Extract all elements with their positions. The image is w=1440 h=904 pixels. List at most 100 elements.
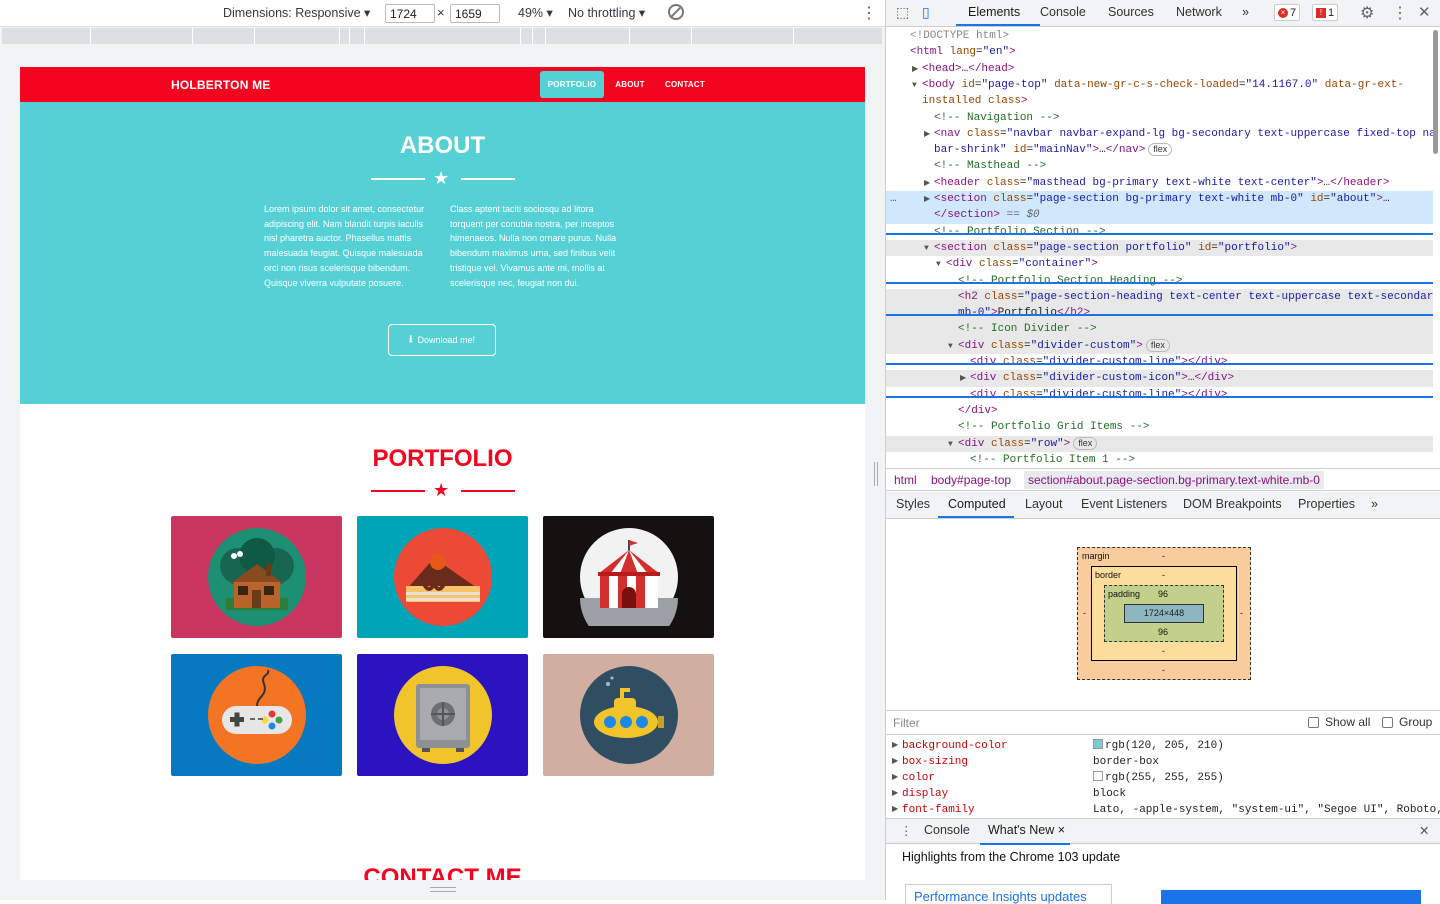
drawer-menu-icon[interactable]: ⋮ [900, 823, 913, 838]
expand-triangle-icon[interactable]: ▶ [924, 176, 934, 192]
portfolio-item-safe[interactable] [357, 654, 528, 776]
computed-property-row[interactable]: ▶ font-family Lato, -apple-system, "system… [886, 802, 1440, 818]
expand-triangle-icon[interactable]: ▶ [892, 786, 898, 802]
settings-gear-icon[interactable]: ⚙ [1360, 3, 1374, 23]
dimensions-dropdown[interactable]: Dimensions: Responsive ▾ [223, 5, 370, 20]
dom-node-line[interactable]: ▶ <header class="masthead bg-primary text… [886, 175, 1433, 191]
download-button[interactable]: ⭳ Download me! [388, 324, 496, 356]
expand-triangle-icon[interactable]: ▶ [892, 754, 898, 770]
crumb-body[interactable]: body#page-top [931, 473, 1011, 487]
computed-property-row[interactable]: ▶ box-sizing border-box [886, 754, 1440, 770]
device-toggle-icon[interactable]: ▯ [922, 4, 930, 21]
subtab-more[interactable]: » [1371, 497, 1378, 511]
expand-triangle-icon[interactable]: ▶ [892, 738, 898, 754]
throttling-dropdown[interactable]: No throttling ▾ [568, 5, 645, 20]
expand-triangle-icon[interactable]: ▶ [924, 192, 934, 208]
node-actions-ellipsis[interactable]: … [890, 191, 897, 207]
drawer-tab-console[interactable]: Console [924, 823, 970, 837]
dom-node-line[interactable]: <html lang="en"> [886, 44, 1433, 60]
dom-node-line[interactable]: installed class> [886, 93, 1433, 109]
expand-triangle-icon[interactable]: ▶ [912, 62, 922, 78]
dom-node-line[interactable]: <!-- Portfolio Section Heading --> [886, 273, 1433, 289]
collapse-triangle-icon[interactable]: ▼ [948, 339, 958, 355]
collapse-triangle-icon[interactable]: ▼ [912, 78, 922, 94]
tab-elements[interactable]: Elements [968, 5, 1020, 19]
more-menu-icon[interactable]: ⋮ [1392, 3, 1408, 23]
subtab-event-listeners[interactable]: Event Listeners [1081, 497, 1167, 511]
tab-console[interactable]: Console [1040, 5, 1086, 19]
dom-node-line[interactable]: <!-- Masthead --> [886, 158, 1433, 174]
media-query-bar[interactable] [2, 28, 882, 44]
width-input[interactable] [385, 4, 435, 23]
computed-property-row[interactable]: ▶ color rgb(255, 255, 255) [886, 770, 1440, 786]
expand-triangle-icon[interactable]: ▶ [960, 371, 970, 387]
collapse-triangle-icon[interactable]: ▼ [924, 241, 934, 257]
dom-node-line[interactable]: <!DOCTYPE html> [886, 28, 1433, 44]
zoom-dropdown[interactable]: 49% ▾ [518, 5, 553, 20]
dom-node-line[interactable]: ▶ <head>…</head> [886, 61, 1433, 77]
dom-node-line[interactable]: <!-- Portfolio Item 1 --> [886, 452, 1433, 468]
dom-node-line[interactable]: <div class="divider-custom-line"></div> [886, 387, 1433, 403]
nav-about[interactable]: ABOUT [610, 71, 650, 98]
resize-handle-bottom[interactable] [430, 887, 456, 892]
dom-node-line[interactable]: ▶ <nav class="navbar navbar-expand-lg bg-… [886, 126, 1433, 142]
close-devtools-icon[interactable]: ✕ [1418, 3, 1431, 21]
dom-node-line[interactable]: ▶ <div class="divider-custom-icon">…</div… [886, 370, 1433, 387]
collapse-triangle-icon[interactable]: ▼ [936, 257, 946, 273]
dom-node-line[interactable]: ▼ <div class="container"> [886, 256, 1433, 272]
dom-node-line[interactable]: <!-- Icon Divider --> [886, 321, 1433, 338]
dom-node-line[interactable]: ▼ <div class="divider-custom"> flex [886, 337, 1433, 355]
drawer-tab-whats-new[interactable]: What's New × [988, 823, 1065, 837]
dom-node-line[interactable]: </div> [886, 403, 1433, 419]
show-all-checkbox[interactable] [1308, 717, 1319, 728]
tab-network[interactable]: Network [1176, 5, 1222, 19]
dom-node-line[interactable]: <!-- Portfolio Section --> [886, 224, 1433, 240]
portfolio-item-game[interactable] [171, 654, 342, 776]
subtab-layout[interactable]: Layout [1025, 497, 1063, 511]
portfolio-item-submarine[interactable] [543, 654, 714, 776]
tab-sources[interactable]: Sources [1108, 5, 1154, 19]
warning-count-badge[interactable]: ! 1 [1312, 4, 1339, 21]
group-checkbox[interactable] [1382, 717, 1393, 728]
expand-triangle-icon[interactable]: ▶ [892, 770, 898, 786]
portfolio-item-cabin[interactable] [171, 516, 342, 638]
subtab-properties[interactable]: Properties [1298, 497, 1355, 511]
dom-node-line[interactable]: <!-- Portfolio Grid Items --> [886, 419, 1433, 435]
dom-node-line[interactable]: </section> == $0 [886, 207, 1433, 224]
portfolio-item-cake[interactable] [357, 516, 528, 638]
dom-node-line[interactable]: ▼ <div class="row"> flex [886, 435, 1433, 453]
dom-node-line[interactable]: <!-- Navigation --> [886, 110, 1433, 126]
drawer-close-icon[interactable]: ✕ [1419, 823, 1429, 838]
filter-input[interactable]: Filter [893, 716, 920, 730]
dom-node-line[interactable]: bar-shrink" id="mainNav">…</nav> flex [886, 142, 1433, 158]
inspect-cursor-icon[interactable]: ⬚ [896, 4, 909, 21]
nav-portfolio[interactable]: PORTFOLIO [540, 71, 604, 98]
dom-tree[interactable]: <!DOCTYPE html> <html lang="en"> ▶ <head>…<… [886, 28, 1433, 468]
tab-more[interactable]: » [1242, 5, 1249, 19]
crumb-section[interactable]: section#about.page-section.bg-primary.te… [1024, 471, 1324, 489]
color-swatch[interactable] [1093, 771, 1103, 781]
subtab-computed[interactable]: Computed [948, 497, 1006, 511]
subtab-styles[interactable]: Styles [896, 497, 930, 511]
computed-property-row[interactable]: ▶ display block [886, 786, 1440, 802]
error-count-badge[interactable]: × 7 [1274, 4, 1301, 21]
computed-property-row[interactable]: ▶ background-color rgb(120, 205, 210) [886, 738, 1440, 754]
dom-node-line[interactable]: ▼ <section class="page-section portfolio"… [886, 239, 1433, 257]
expand-triangle-icon[interactable]: ▶ [924, 127, 934, 143]
whats-new-card[interactable]: Performance Insights updates [905, 884, 1112, 904]
nav-contact[interactable]: CONTACT [660, 71, 710, 98]
collapse-triangle-icon[interactable]: ▼ [948, 437, 958, 453]
dom-node-line[interactable]: ▼ <body id="page-top" data-new-gr-c-s-che… [886, 77, 1433, 93]
dom-scrollbar[interactable] [1433, 30, 1438, 154]
dom-node-line[interactable]: <h2 class="page-section-heading text-cen… [886, 288, 1433, 306]
color-swatch[interactable] [1093, 739, 1103, 749]
box-model-content[interactable]: 1724×448 [1124, 604, 1204, 623]
portfolio-item-circus[interactable] [543, 516, 714, 638]
expand-triangle-icon[interactable]: ▶ [892, 802, 898, 818]
dom-node-line[interactable]: ▶ <section class="page-section bg-primary… [886, 191, 1433, 208]
crumb-html[interactable]: html [894, 473, 917, 487]
more-options-icon[interactable]: ⋮ [861, 3, 877, 23]
height-input[interactable] [450, 4, 500, 23]
rotate-icon[interactable] [668, 4, 684, 20]
subtab-dom-breakpoints[interactable]: DOM Breakpoints [1183, 497, 1282, 511]
